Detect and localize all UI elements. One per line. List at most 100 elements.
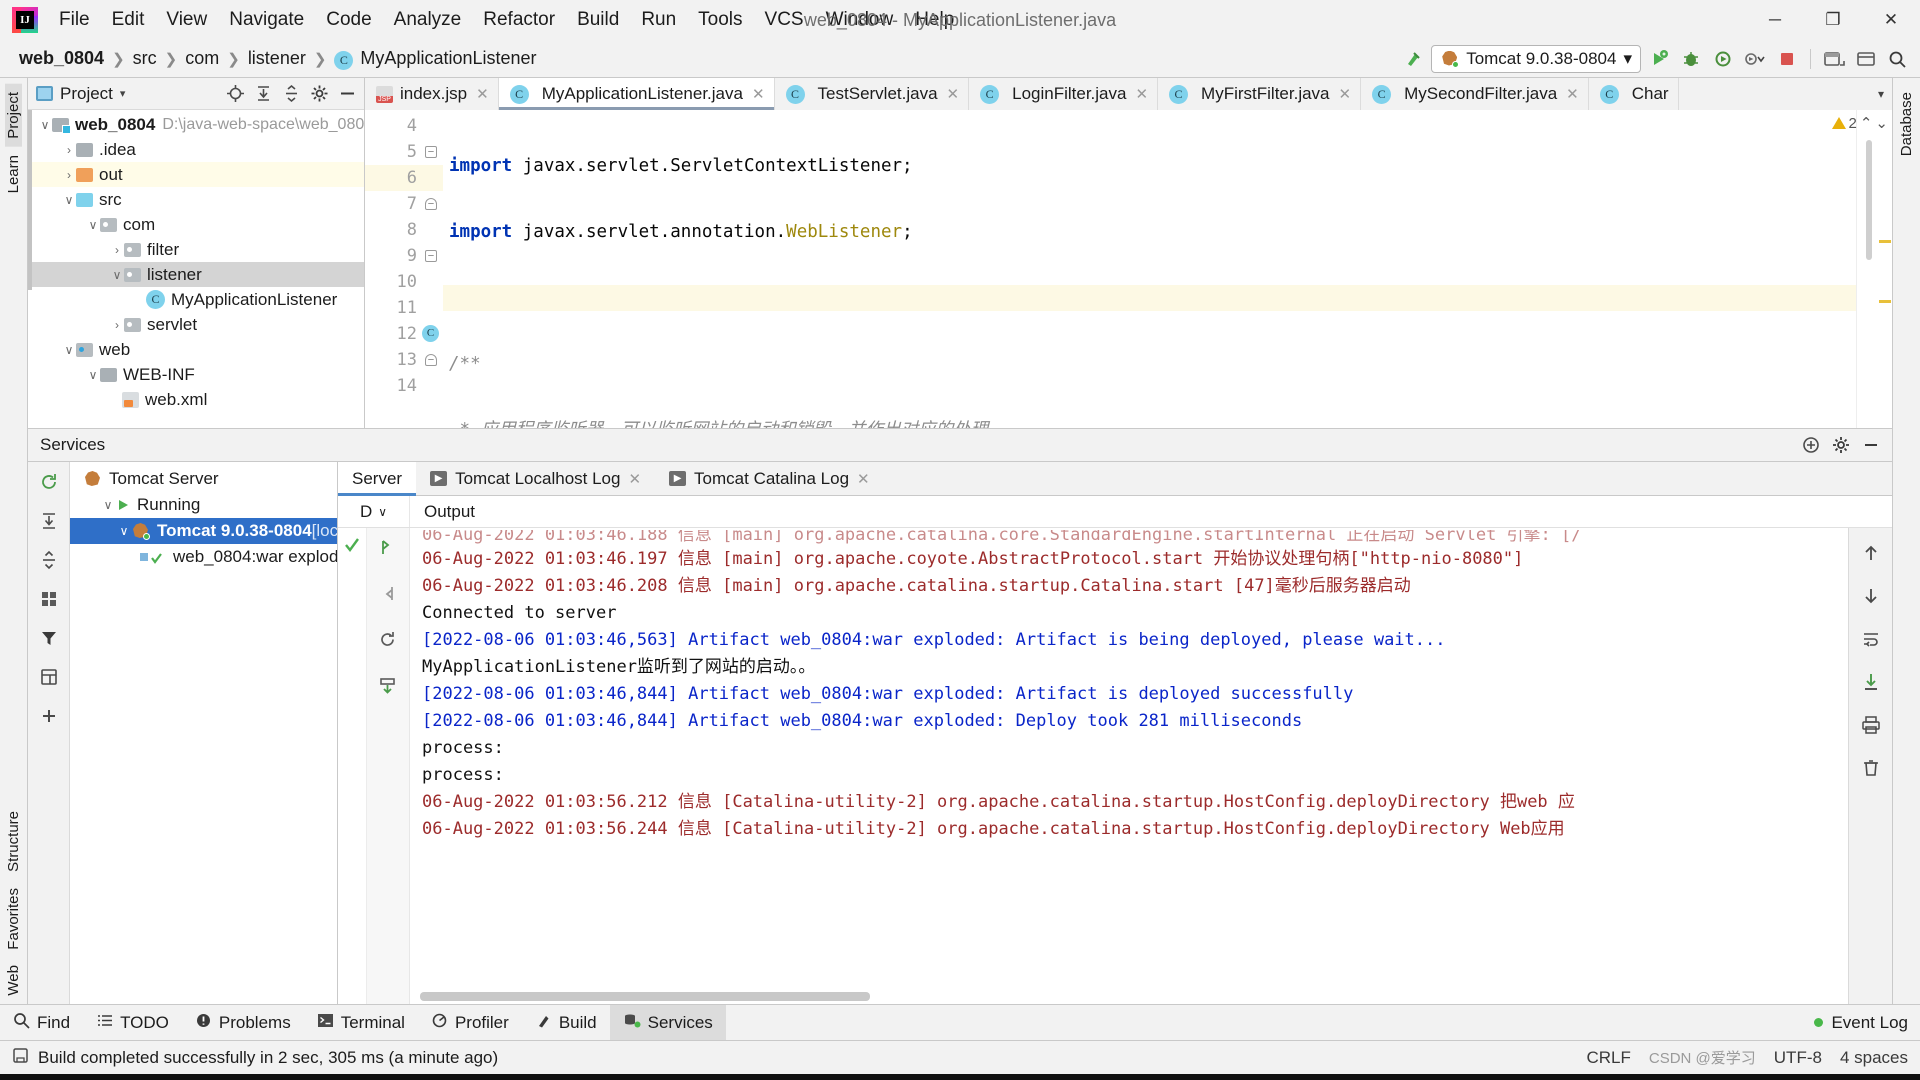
line-separator-label[interactable]: CRLF bbox=[1586, 1048, 1630, 1068]
chevron-right-icon[interactable]: › bbox=[110, 243, 124, 257]
clear-all-icon[interactable] bbox=[1858, 755, 1884, 781]
bottom-button-terminal[interactable]: Terminal bbox=[304, 1005, 418, 1040]
scroll-to-end-icon[interactable] bbox=[1858, 669, 1884, 695]
menu-navigate[interactable]: Navigate bbox=[218, 5, 315, 35]
bottom-button-build[interactable]: Build bbox=[522, 1005, 610, 1040]
tab-myapplicationlistener-java[interactable]: C MyApplicationListener.java ✕ bbox=[498, 78, 775, 110]
scroll-up-icon[interactable] bbox=[1858, 540, 1884, 566]
tree-row-listener[interactable]: ∨ listener bbox=[28, 262, 364, 287]
add-icon[interactable] bbox=[36, 703, 62, 729]
tab-tomcat-localhost-log[interactable]: ▶ Tomcat Localhost Log ✕ bbox=[416, 462, 655, 495]
code-text[interactable]: import javax.servlet.ServletContextListe… bbox=[443, 110, 1856, 428]
close-icon[interactable]: ✕ bbox=[1135, 85, 1148, 103]
close-icon[interactable]: ✕ bbox=[628, 470, 641, 488]
chevron-right-icon[interactable]: › bbox=[62, 168, 76, 182]
breadcrumb-com[interactable]: com bbox=[180, 46, 224, 71]
undeploy-icon[interactable] bbox=[378, 584, 397, 608]
sidebar-item-favorites[interactable]: Favorites bbox=[5, 880, 22, 958]
chevron-right-icon[interactable]: › bbox=[110, 318, 124, 332]
group-icon[interactable] bbox=[36, 586, 62, 612]
code-editor[interactable]: 4 5– 6 7– 8 9– 10 11 12 C 13– 14 import … bbox=[365, 110, 1892, 428]
chevron-down-icon[interactable]: ∨ bbox=[38, 118, 52, 132]
print-icon[interactable] bbox=[1858, 712, 1884, 738]
chevron-down-icon[interactable]: ∨ bbox=[100, 498, 116, 512]
deployment-column-header[interactable]: D ∨ bbox=[338, 496, 410, 527]
sidebar-item-database[interactable]: Database bbox=[1898, 84, 1915, 164]
tree-row-webinf[interactable]: ∨ WEB-INF bbox=[28, 362, 364, 387]
services-row-running[interactable]: ∨ Running bbox=[70, 492, 337, 518]
warning-marker[interactable] bbox=[1879, 300, 1891, 303]
tree-row-out[interactable]: › out bbox=[28, 162, 364, 187]
chevron-down-icon[interactable]: ∨ bbox=[116, 524, 132, 538]
console-horizontal-scrollbar[interactable] bbox=[420, 992, 870, 1001]
tab-tomcat-catalina-log[interactable]: ▶ Tomcat Catalina Log ✕ bbox=[655, 462, 884, 495]
services-row-tomcat-instance[interactable]: ∨ Tomcat 9.0.38-0804 [local] bbox=[70, 518, 337, 544]
chevron-up-icon[interactable]: ⌃ bbox=[1860, 114, 1873, 132]
breadcrumb-class[interactable]: C MyApplicationListener bbox=[329, 46, 541, 72]
tab-testservlet-java[interactable]: C TestServlet.java ✕ bbox=[775, 78, 970, 110]
bottom-button-todo[interactable]: TODO bbox=[83, 1005, 182, 1040]
search-everywhere-icon[interactable] bbox=[1884, 45, 1912, 73]
tree-row-servlet[interactable]: › servlet bbox=[28, 312, 364, 337]
tab-loginfilter-java[interactable]: C LoginFilter.java ✕ bbox=[969, 78, 1159, 110]
chevron-down-icon[interactable]: ∨ bbox=[62, 343, 76, 357]
project-scrollbar[interactable] bbox=[28, 110, 32, 290]
layout-icon[interactable] bbox=[1852, 45, 1880, 73]
menu-view[interactable]: View bbox=[155, 5, 218, 35]
sidebar-item-project[interactable]: Project bbox=[5, 84, 22, 147]
debug-icon[interactable] bbox=[1677, 45, 1705, 73]
expand-all-icon[interactable] bbox=[36, 508, 62, 534]
tree-row-filter[interactable]: › filter bbox=[28, 237, 364, 262]
tab-char[interactable]: C Char bbox=[1589, 78, 1679, 110]
menu-window[interactable]: Window bbox=[815, 5, 905, 35]
chevron-down-icon[interactable]: ∨ bbox=[62, 193, 76, 207]
tree-row-web_0804[interactable]: ∨ web_0804 D:\java-web-space\web_0804 bbox=[28, 112, 364, 137]
tabs-overflow-icon[interactable]: ▾ bbox=[1870, 78, 1892, 110]
collapse-all-icon[interactable] bbox=[278, 81, 304, 107]
minimize-button[interactable]: ─ bbox=[1746, 0, 1804, 40]
breadcrumb-src[interactable]: src bbox=[128, 46, 162, 71]
layout-icon[interactable] bbox=[36, 664, 62, 690]
hide-icon[interactable] bbox=[1858, 432, 1884, 458]
bottom-button-services[interactable]: Services bbox=[609, 1005, 726, 1040]
expand-all-icon[interactable] bbox=[250, 81, 276, 107]
redeploy-icon[interactable] bbox=[378, 538, 397, 562]
locate-icon[interactable] bbox=[222, 81, 248, 107]
breadcrumb-project[interactable]: web_0804 bbox=[14, 46, 109, 71]
sidebar-item-learn[interactable]: Learn bbox=[5, 147, 22, 201]
maximize-button[interactable]: ❐ bbox=[1804, 0, 1862, 40]
close-icon[interactable]: ✕ bbox=[947, 85, 960, 103]
menu-file[interactable]: File bbox=[48, 5, 101, 35]
close-icon[interactable]: ✕ bbox=[1566, 85, 1579, 103]
run-profiler-icon[interactable] bbox=[1709, 45, 1737, 73]
menu-refactor[interactable]: Refactor bbox=[472, 5, 566, 35]
chevron-down-icon[interactable]: ∨ bbox=[110, 268, 124, 282]
tab-index-jsp[interactable]: index.jsp ✕ bbox=[365, 78, 499, 110]
console-output[interactable]: 06-Aug-2022 01:03:46.188 信息 [main] org.a… bbox=[410, 528, 1848, 1004]
hammer-build-icon[interactable] bbox=[1399, 45, 1427, 73]
fold-doc-icon[interactable]: – bbox=[425, 354, 437, 366]
bottom-button-profiler[interactable]: Profiler bbox=[418, 1005, 522, 1040]
tab-mysecondfilter-java[interactable]: C MySecondFilter.java ✕ bbox=[1361, 78, 1589, 110]
scroll-down-icon[interactable] bbox=[1858, 583, 1884, 609]
menu-analyze[interactable]: Analyze bbox=[383, 5, 473, 35]
close-icon[interactable]: ✕ bbox=[476, 85, 489, 103]
restart-icon[interactable] bbox=[378, 630, 397, 654]
sidebar-item-structure[interactable]: Structure bbox=[5, 803, 22, 880]
tree-row-com[interactable]: ∨ com bbox=[28, 212, 364, 237]
add-service-icon[interactable] bbox=[1798, 432, 1824, 458]
settings-icon[interactable] bbox=[306, 81, 332, 107]
event-log-button[interactable]: Event Log bbox=[1814, 1005, 1920, 1040]
collapse-all-icon[interactable] bbox=[36, 547, 62, 573]
services-row-artifact[interactable]: web_0804:war exploded bbox=[70, 544, 337, 570]
tree-row-src[interactable]: ∨ src bbox=[28, 187, 364, 212]
hide-icon[interactable] bbox=[334, 81, 360, 107]
tree-row-idea[interactable]: › .idea bbox=[28, 137, 364, 162]
soft-wrap-icon[interactable] bbox=[1858, 626, 1884, 652]
stop-icon[interactable] bbox=[1773, 45, 1801, 73]
run-configuration-selector[interactable]: Tomcat 9.0.38-0804 ▾ bbox=[1431, 44, 1641, 73]
project-pane-title[interactable]: Project ▾ bbox=[36, 84, 125, 104]
menu-tools[interactable]: Tools bbox=[687, 5, 753, 35]
close-icon[interactable]: ✕ bbox=[857, 470, 870, 488]
sidebar-item-web[interactable]: Web bbox=[5, 957, 22, 1004]
